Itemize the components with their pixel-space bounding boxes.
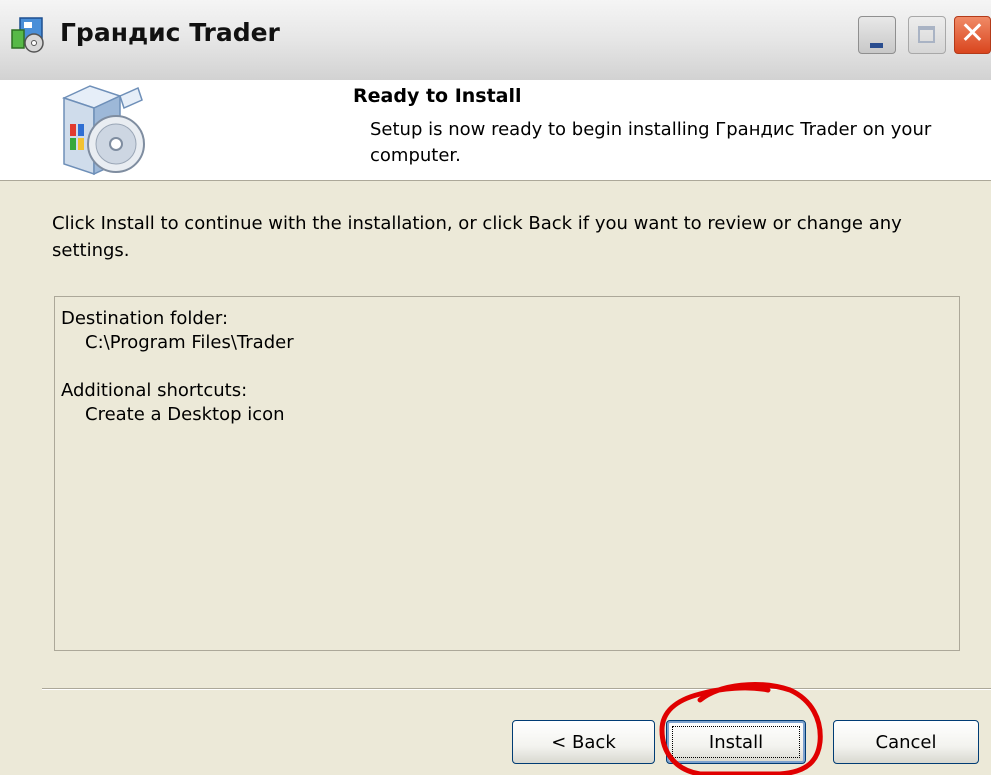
memo-value: Create a Desktop icon [85, 404, 285, 425]
page-title: Ready to Install [353, 85, 522, 107]
instructions-text: Click Install to continue with the insta… [52, 213, 902, 261]
footer-divider [42, 688, 991, 690]
minimize-icon[interactable] [858, 16, 896, 54]
ready-memo[interactable]: Destination folder: C:\Program Files\Tra… [54, 296, 960, 651]
install-button[interactable]: Install [666, 720, 806, 764]
memo-value: C:\Program Files\Trader [85, 332, 294, 353]
memo-label: Additional shortcuts: [61, 380, 248, 401]
maximize-icon [908, 16, 946, 54]
title-bar[interactable]: Грандис Trader ✕ [0, 0, 991, 80]
cancel-button-label: Cancel [875, 731, 937, 753]
back-button[interactable]: < Back [512, 720, 655, 764]
back-button-label: < Back [551, 731, 616, 753]
memo-shortcuts: Additional shortcuts: Create a Desktop i… [61, 379, 953, 427]
window-title: Грандис Trader [60, 18, 280, 47]
close-icon[interactable]: ✕ [954, 16, 991, 54]
page-subtitle: Setup is now ready to begin installing Г… [370, 119, 932, 166]
memo-destination: Destination folder: C:\Program Files\Tra… [61, 307, 953, 355]
setup-window: Грандис Trader ✕ Ready to Install Setup … [0, 0, 991, 775]
cancel-button[interactable]: Cancel [833, 720, 979, 764]
wizard-header: Ready to Install Setup is now ready to b… [0, 80, 991, 181]
install-package-icon [61, 85, 145, 176]
focus-rectangle [672, 726, 800, 758]
memo-label: Destination folder: [61, 308, 229, 329]
setup-app-icon [11, 17, 44, 53]
